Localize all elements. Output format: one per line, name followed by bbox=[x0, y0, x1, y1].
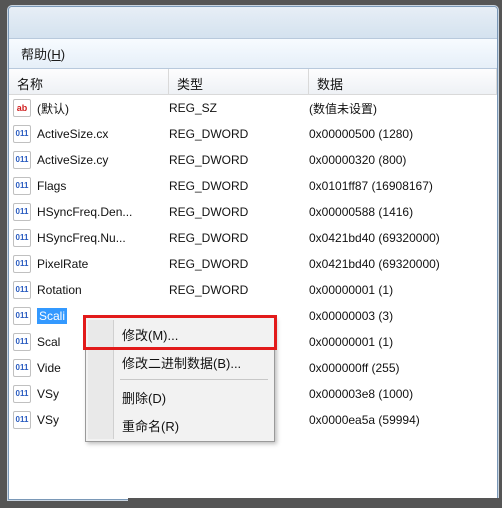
window-titlebar[interactable] bbox=[9, 7, 497, 39]
value-data: 0x000000ff (255) bbox=[309, 361, 497, 375]
menu-modify[interactable]: 修改(M)... bbox=[88, 320, 272, 348]
value-data: 0x0421bd40 (69320000) bbox=[309, 257, 497, 271]
reg-dword-icon: 011 bbox=[13, 281, 31, 299]
reg-sz-icon: ab bbox=[13, 99, 31, 117]
value-name: (默认) bbox=[37, 100, 69, 117]
value-type: REG_DWORD bbox=[169, 205, 309, 219]
menu-modify-binary[interactable]: 修改二进制数据(B)... bbox=[88, 348, 272, 376]
value-name: Flags bbox=[37, 179, 66, 193]
table-row[interactable]: 011 Flags REG_DWORD0x0101ff87 (16908167) bbox=[9, 173, 497, 199]
table-row[interactable]: 011 HSyncFreq.Nu... REG_DWORD0x0421bd40 (6… bbox=[9, 225, 497, 251]
value-name: ActiveSize.cx bbox=[37, 127, 108, 141]
menubar[interactable]: 帮助(H) bbox=[9, 39, 497, 69]
list-view[interactable]: 名称 类型 数据 ab (默认) REG_SZ(数值未设置) 011 ActiveSiz… bbox=[9, 69, 497, 499]
value-type: REG_DWORD bbox=[169, 179, 309, 193]
column-type[interactable]: 类型 bbox=[169, 69, 309, 94]
value-data: 0x0101ff87 (16908167) bbox=[309, 179, 497, 193]
outer-frame-edge bbox=[128, 498, 502, 508]
table-row[interactable]: 011 ActiveSize.cy REG_DWORD0x00000320 (800… bbox=[9, 147, 497, 173]
value-data: 0x00000500 (1280) bbox=[309, 127, 497, 141]
column-name[interactable]: 名称 bbox=[9, 69, 169, 94]
table-row[interactable]: 011 PixelRate REG_DWORD0x0421bd40 (6932000… bbox=[9, 251, 497, 277]
value-data: (数值未设置) bbox=[309, 100, 497, 117]
reg-dword-icon: 011 bbox=[13, 177, 31, 195]
value-name: Scal bbox=[37, 335, 60, 349]
value-data: 0x00000001 (1) bbox=[309, 283, 497, 297]
table-row[interactable]: 011 ActiveSize.cx REG_DWORD0x00000500 (128… bbox=[9, 121, 497, 147]
reg-dword-icon: 011 bbox=[13, 203, 31, 221]
table-row[interactable]: ab (默认) REG_SZ(数值未设置) bbox=[9, 95, 497, 121]
value-data: 0x00000588 (1416) bbox=[309, 205, 497, 219]
reg-dword-icon: 011 bbox=[13, 125, 31, 143]
reg-dword-icon: 011 bbox=[13, 333, 31, 351]
reg-dword-icon: 011 bbox=[13, 411, 31, 429]
value-name: Scali bbox=[37, 308, 67, 324]
reg-dword-icon: 011 bbox=[13, 151, 31, 169]
menu-rename[interactable]: 重命名(R) bbox=[88, 411, 272, 439]
registry-window: 帮助(H) 名称 类型 数据 ab (默认) REG_SZ(数值未设置) 011 Act… bbox=[8, 6, 498, 500]
value-data: 0x0421bd40 (69320000) bbox=[309, 231, 497, 245]
reg-dword-icon: 011 bbox=[13, 385, 31, 403]
value-data: 0x0000ea5a (59994) bbox=[309, 413, 497, 427]
context-menu: 修改(M)... 修改二进制数据(B)... 删除(D) 重命名(R) bbox=[85, 317, 275, 442]
column-headers[interactable]: 名称 类型 数据 bbox=[9, 69, 497, 95]
value-name: Vide bbox=[37, 361, 61, 375]
value-name: Rotation bbox=[37, 283, 82, 297]
reg-dword-icon: 011 bbox=[13, 359, 31, 377]
value-name: PixelRate bbox=[37, 257, 88, 271]
menu-separator bbox=[88, 376, 272, 383]
menu-help[interactable]: 帮助(H) bbox=[21, 44, 65, 63]
value-name: HSyncFreq.Den... bbox=[37, 205, 132, 219]
table-row[interactable]: 011 Rotation REG_DWORD0x00000001 (1) bbox=[9, 277, 497, 303]
table-row[interactable]: 011 HSyncFreq.Den... REG_DWORD0x00000588 (… bbox=[9, 199, 497, 225]
value-type: REG_SZ bbox=[169, 101, 309, 115]
value-name: VSy bbox=[37, 387, 59, 401]
value-type: REG_DWORD bbox=[169, 257, 309, 271]
value-type: REG_DWORD bbox=[169, 153, 309, 167]
value-type: REG_DWORD bbox=[169, 127, 309, 141]
value-type: REG_DWORD bbox=[169, 231, 309, 245]
reg-dword-icon: 011 bbox=[13, 255, 31, 273]
reg-dword-icon: 011 bbox=[13, 229, 31, 247]
value-data: 0x000003e8 (1000) bbox=[309, 387, 497, 401]
value-name: VSy bbox=[37, 413, 59, 427]
value-data: 0x00000320 (800) bbox=[309, 153, 497, 167]
menu-delete[interactable]: 删除(D) bbox=[88, 383, 272, 411]
value-data: 0x00000001 (1) bbox=[309, 335, 497, 349]
value-data: 0x00000003 (3) bbox=[309, 309, 497, 323]
value-type: REG_DWORD bbox=[169, 283, 309, 297]
value-name: ActiveSize.cy bbox=[37, 153, 108, 167]
reg-dword-icon: 011 bbox=[13, 307, 31, 325]
value-name: HSyncFreq.Nu... bbox=[37, 231, 126, 245]
column-data[interactable]: 数据 bbox=[309, 69, 497, 94]
